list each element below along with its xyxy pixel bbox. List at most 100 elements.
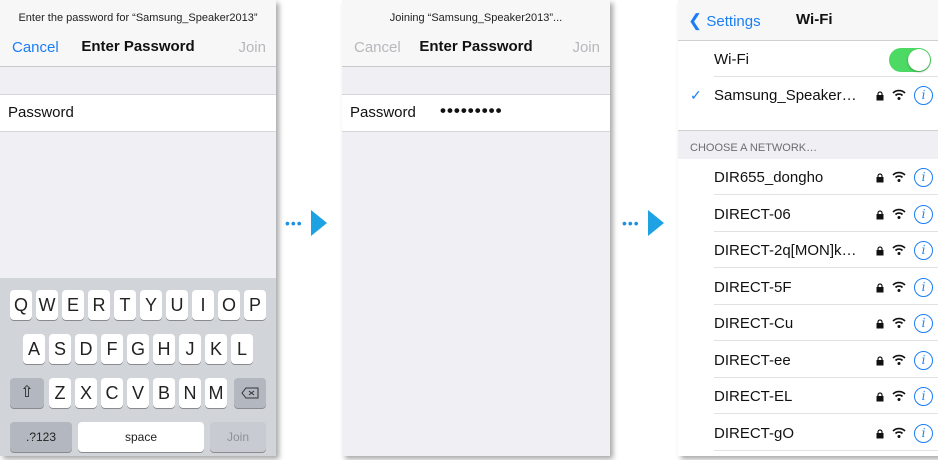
- network-name: DIRECT-Cu: [714, 315, 794, 332]
- joining-screen: Joining “Samsung_Speaker2013”... Cancel …: [342, 0, 610, 456]
- backspace-icon: [241, 387, 259, 399]
- joining-prompt: Joining “Samsung_Speaker2013”...: [389, 12, 563, 24]
- info-icon[interactable]: i: [914, 277, 933, 297]
- wifi-signal-icon: [892, 208, 906, 219]
- space-key[interactable]: space: [78, 422, 204, 452]
- section-label: CHOOSE A NETWORK…: [690, 142, 818, 154]
- next-step-arrow: •••: [622, 210, 664, 236]
- join-button[interactable]: Join: [572, 39, 600, 56]
- join-button[interactable]: Join: [238, 39, 266, 56]
- delete-key[interactable]: [234, 378, 266, 408]
- lock-icon: [876, 355, 884, 365]
- key-y[interactable]: Y: [140, 290, 162, 320]
- network-row[interactable]: DIRECT-gO i: [678, 414, 938, 451]
- network-row[interactable]: DIRECT-5F i: [678, 268, 938, 305]
- password-field[interactable]: Password •••••••••: [342, 94, 610, 132]
- key-q[interactable]: Q: [10, 290, 32, 320]
- arrow-head-icon: [311, 210, 327, 236]
- key-c[interactable]: C: [101, 378, 123, 408]
- network-row[interactable]: DIRECT-ee i: [678, 341, 938, 378]
- key-z[interactable]: Z: [49, 378, 71, 408]
- shift-key[interactable]: ⇧: [10, 378, 44, 408]
- key-x[interactable]: X: [75, 378, 97, 408]
- key-h[interactable]: H: [153, 334, 175, 364]
- wifi-toggle[interactable]: [889, 48, 931, 72]
- key-g[interactable]: G: [127, 334, 149, 364]
- lock-icon: [876, 91, 884, 101]
- key-j[interactable]: J: [179, 334, 201, 364]
- key-u[interactable]: U: [166, 290, 188, 320]
- network-row[interactable]: DIRECT-Cu i: [678, 305, 938, 341]
- keyboard: Q W E R T Y U I O P A S D F G H J K L ⇧ …: [0, 278, 276, 456]
- network-icons: i: [876, 314, 936, 334]
- lock-icon: [876, 392, 884, 402]
- network-icons: i: [876, 423, 936, 444]
- key-t[interactable]: T: [114, 290, 136, 320]
- nav-bar: Joining “Samsung_Speaker2013”... Cancel …: [342, 0, 610, 67]
- key-r[interactable]: R: [88, 290, 110, 320]
- network-icons: i: [876, 277, 936, 298]
- key-a[interactable]: A: [23, 334, 45, 364]
- info-icon[interactable]: i: [914, 241, 933, 260]
- wifi-signal-icon: [892, 281, 906, 292]
- password-field[interactable]: Password: [0, 94, 276, 132]
- info-icon[interactable]: i: [914, 387, 933, 406]
- info-icon[interactable]: i: [914, 86, 933, 105]
- back-button[interactable]: ❮ Settings: [688, 11, 761, 31]
- network-name: DIRECT-gO: [714, 424, 795, 442]
- info-icon[interactable]: i: [914, 168, 933, 187]
- network-name: DIRECT-06: [714, 205, 791, 223]
- arrow-dots: •••: [622, 215, 640, 231]
- network-name: DIRECT-2q[MON]k…: [714, 242, 857, 259]
- key-o[interactable]: O: [218, 290, 240, 320]
- wifi-signal-icon: [892, 354, 906, 365]
- wifi-signal-icon: [892, 390, 906, 401]
- lock-icon: [876, 173, 884, 183]
- network-row[interactable]: DIRECT-06 i: [678, 195, 938, 232]
- key-i[interactable]: I: [192, 290, 214, 320]
- network-row[interactable]: DIR655_dongho i: [678, 159, 938, 195]
- network-icons: i: [876, 86, 936, 106]
- wifi-signal-icon: [892, 89, 906, 100]
- key-v[interactable]: V: [127, 378, 149, 408]
- key-d[interactable]: D: [75, 334, 97, 364]
- password-value: •••••••••: [440, 101, 503, 120]
- keyboard-join-key[interactable]: Join: [210, 422, 266, 452]
- key-f[interactable]: F: [101, 334, 123, 364]
- wifi-signal-icon: [892, 244, 906, 255]
- info-icon[interactable]: i: [914, 314, 933, 333]
- numbers-key[interactable]: .?123: [10, 422, 72, 452]
- key-s[interactable]: S: [49, 334, 71, 364]
- key-m[interactable]: M: [205, 378, 227, 408]
- wifi-signal-icon: [892, 427, 906, 438]
- next-step-arrow: •••: [285, 210, 327, 236]
- wifi-signal-icon: [892, 317, 906, 328]
- page-title: Enter Password: [419, 38, 533, 55]
- key-p[interactable]: P: [244, 290, 266, 320]
- chevron-left-icon: ❮: [688, 11, 703, 30]
- info-icon[interactable]: i: [914, 204, 933, 224]
- page-title: Wi-Fi: [796, 11, 833, 28]
- enter-password-screen: Enter the password for “Samsung_Speaker2…: [0, 0, 276, 456]
- key-w[interactable]: W: [36, 290, 58, 320]
- lock-icon: [876, 246, 884, 256]
- key-k[interactable]: K: [205, 334, 227, 364]
- wifi-toggle-row: Wi-Fi: [678, 41, 938, 77]
- key-e[interactable]: E: [62, 290, 84, 320]
- info-icon[interactable]: i: [914, 350, 933, 370]
- network-row[interactable]: DIRECT-2q[MON]k… i: [678, 232, 938, 268]
- key-n[interactable]: N: [179, 378, 201, 408]
- toggle-knob: [908, 49, 930, 71]
- key-l[interactable]: L: [231, 334, 253, 364]
- connected-network-row[interactable]: ✓ Samsung_Speaker… i: [678, 77, 938, 113]
- network-row[interactable]: DIRECT-EL i: [678, 378, 938, 414]
- key-b[interactable]: B: [153, 378, 175, 408]
- network-name: DIR655_dongho: [714, 169, 824, 186]
- wifi-label: Wi-Fi: [714, 51, 749, 68]
- page-title: Enter Password: [81, 38, 195, 55]
- lock-icon: [876, 209, 884, 219]
- checkmark-icon: ✓: [690, 87, 702, 103]
- info-icon[interactable]: i: [914, 423, 933, 443]
- network-icons: i: [876, 204, 936, 225]
- wifi-signal-icon: [892, 171, 906, 182]
